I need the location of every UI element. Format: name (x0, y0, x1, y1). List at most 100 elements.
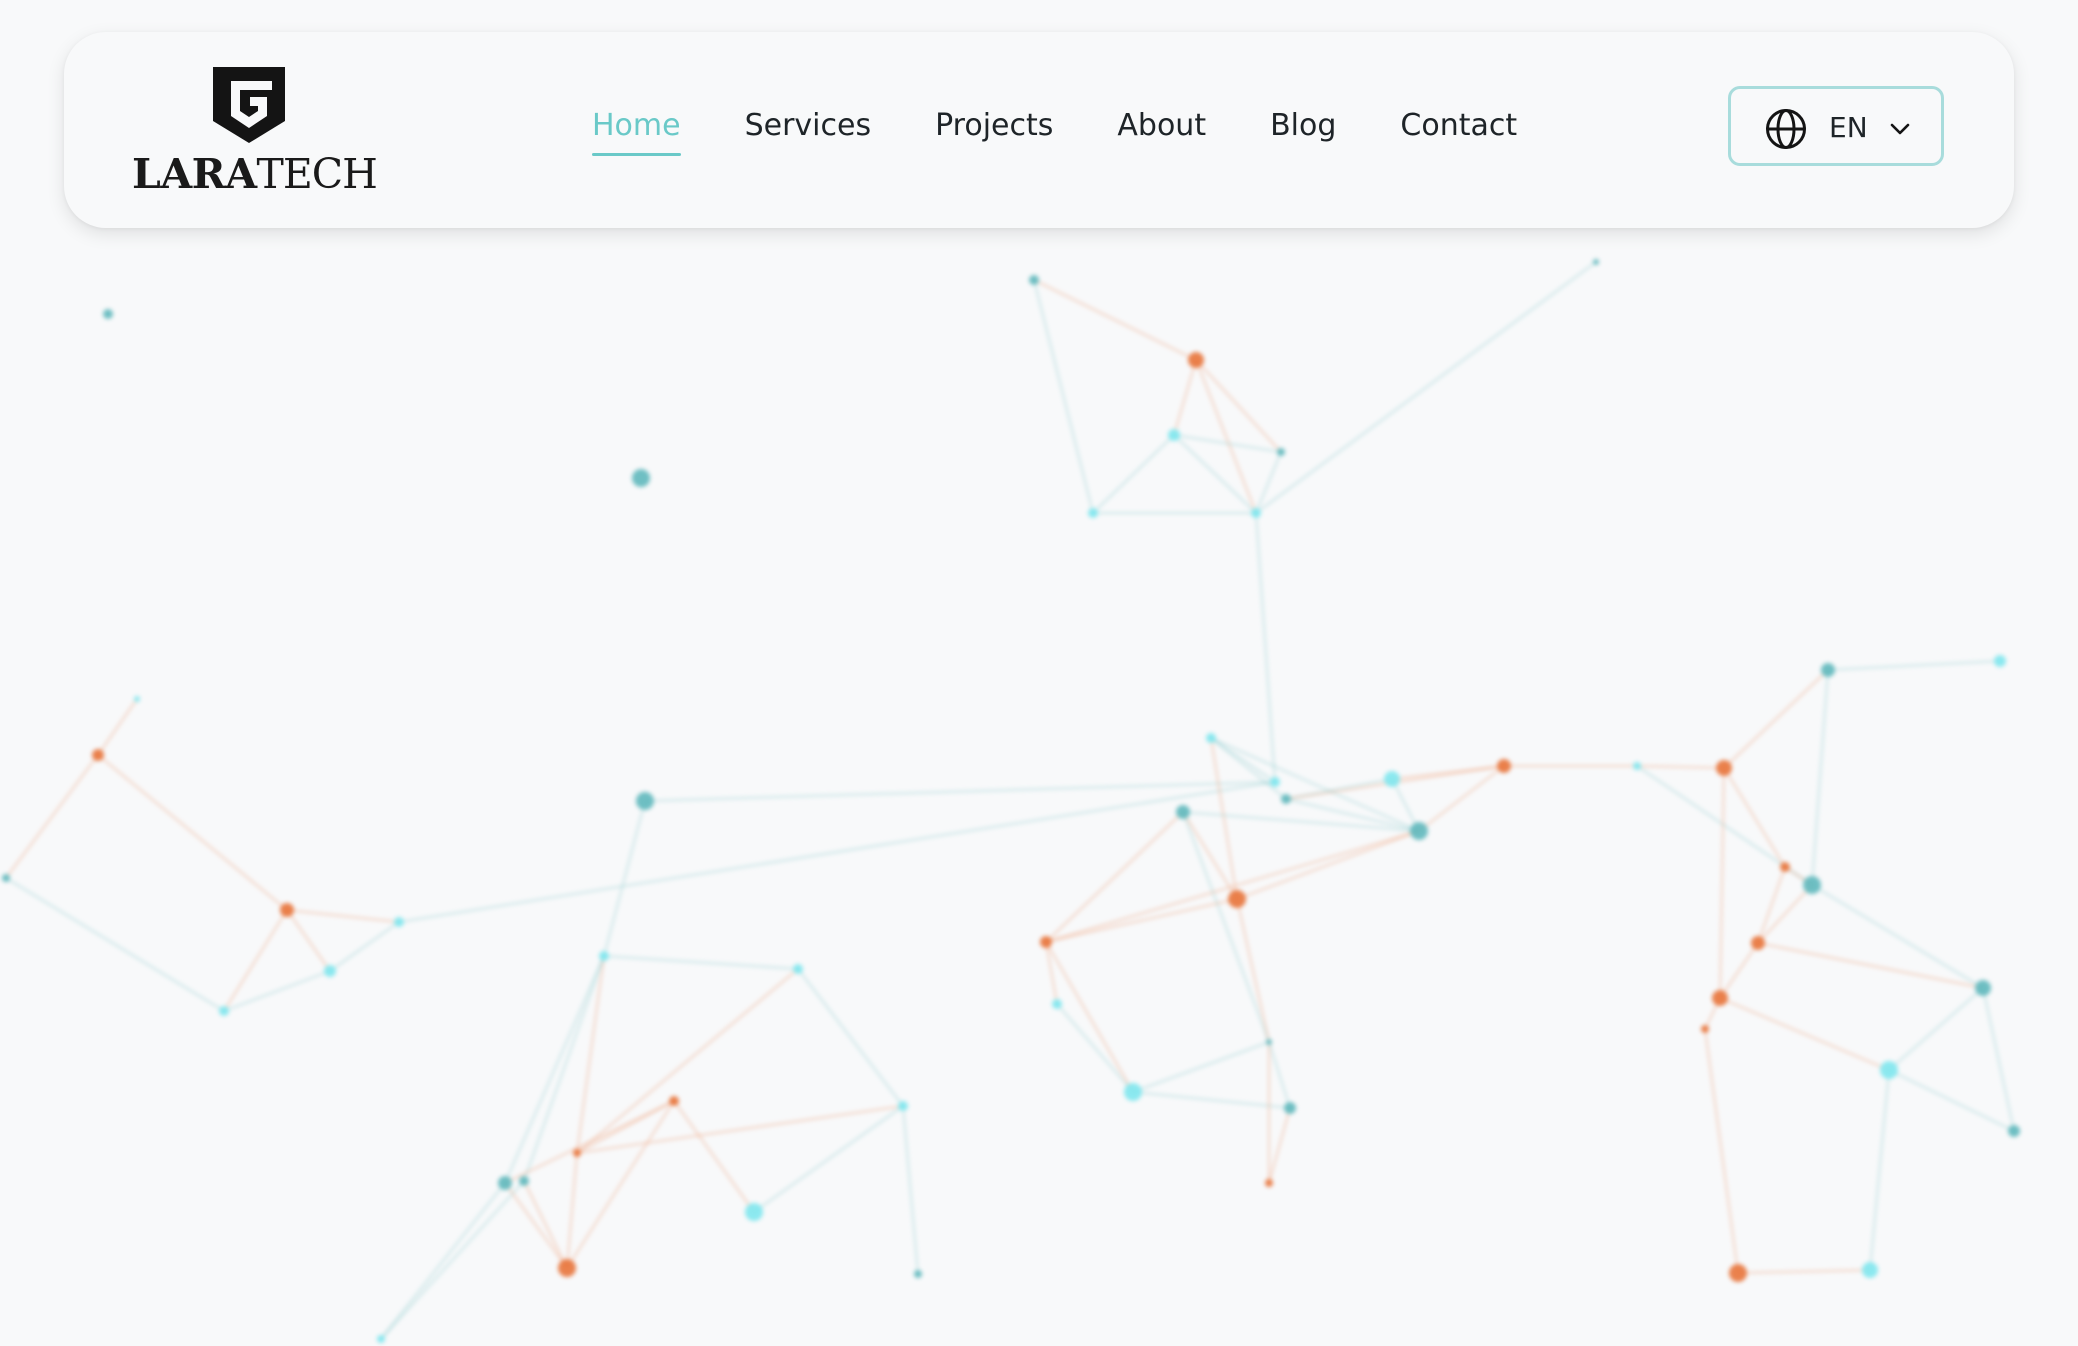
network-node (1803, 876, 1821, 894)
network-link (1268, 1107, 1291, 1184)
network-link (1210, 737, 1276, 783)
page: LARATECH Home Services Projects About Bl… (0, 0, 2078, 1346)
network-node (1751, 936, 1765, 950)
chevron-down-icon (1890, 123, 1910, 135)
network-node (1633, 762, 1641, 770)
language-selector-button[interactable]: EN (1728, 86, 1944, 166)
network-node (324, 965, 336, 977)
network-node (92, 749, 104, 761)
brand-logo[interactable]: LARATECH (132, 66, 378, 198)
network-link (1888, 987, 1984, 1071)
network-node (1281, 794, 1291, 804)
network-node (1228, 890, 1246, 908)
network-node (1975, 980, 1991, 996)
network-node (1206, 733, 1216, 743)
network-node (1593, 259, 1599, 265)
navbar: LARATECH Home Services Projects About Bl… (64, 32, 2014, 228)
network-node (2, 874, 10, 882)
network-node (377, 1335, 385, 1343)
network-node (1188, 352, 1204, 368)
network-link (1719, 942, 1759, 999)
network-node (2008, 1125, 2020, 1137)
network-node (1029, 275, 1039, 285)
network-node (1880, 1061, 1898, 1079)
network-node (1284, 1102, 1296, 1114)
network-node (519, 1176, 529, 1186)
shield-g-logo-icon (213, 67, 285, 143)
network-node (745, 1203, 763, 1221)
network-node (573, 1149, 581, 1157)
network-node (1266, 1039, 1272, 1045)
network-link (1719, 997, 1890, 1071)
network-link (1757, 884, 1813, 944)
network-link (1811, 884, 1984, 989)
network-link (1737, 1269, 1871, 1274)
network-node (103, 309, 113, 319)
network-link (380, 1182, 506, 1340)
network-node (1716, 760, 1732, 776)
network-node (1251, 508, 1261, 518)
network-link (523, 1180, 568, 1269)
network-link (603, 800, 646, 957)
network-link (286, 909, 400, 923)
network-link (1045, 830, 1420, 943)
network-link (1195, 359, 1282, 453)
network-link (1173, 359, 1197, 436)
network-link (1045, 941, 1134, 1093)
network-link (1255, 261, 1597, 514)
network-node (1862, 1262, 1878, 1278)
network-link (1033, 279, 1197, 361)
nav-item-projects[interactable]: Projects (935, 102, 1053, 150)
network-node (1821, 663, 1835, 677)
network-node (898, 1101, 908, 1111)
language-label: EN (1829, 111, 1868, 144)
network-link (398, 781, 1276, 923)
network-link (1255, 512, 1276, 783)
network-link (797, 968, 904, 1107)
network-link (1636, 765, 1725, 769)
network-link (5, 877, 225, 1012)
nav-item-contact[interactable]: Contact (1400, 102, 1517, 150)
network-link (1723, 669, 1829, 769)
network-node (1384, 771, 1400, 787)
network-link (1418, 765, 1505, 832)
network-link (1033, 279, 1094, 514)
network-link (1982, 987, 2015, 1132)
network-link (1195, 359, 1257, 514)
network-link (1391, 765, 1505, 780)
globe-icon (1766, 109, 1806, 149)
network-link (1888, 1069, 2015, 1132)
network-link (1827, 660, 2001, 671)
network-node (1168, 429, 1180, 441)
network-node (636, 792, 654, 810)
network-node (632, 469, 650, 487)
network-node (1497, 759, 1511, 773)
network-link (1132, 1091, 1291, 1109)
nav-item-blog[interactable]: Blog (1270, 102, 1336, 150)
network-node (1270, 777, 1280, 787)
network-node (558, 1259, 576, 1277)
network-node (914, 1270, 922, 1278)
network-link (1811, 669, 1829, 886)
brand-word-bold: LARA (132, 150, 257, 198)
network-link (1056, 1003, 1134, 1093)
network-node (1410, 822, 1428, 840)
network-link (97, 698, 138, 756)
nav-item-about[interactable]: About (1117, 102, 1206, 150)
network-node (669, 1096, 679, 1106)
nav-item-services[interactable]: Services (745, 102, 872, 150)
network-node (280, 903, 294, 917)
brand-wordmark: LARATECH (132, 150, 378, 200)
nav-item-home[interactable]: Home (592, 102, 681, 156)
network-link (673, 1100, 755, 1213)
network-node (1994, 655, 2006, 667)
network-link (329, 921, 400, 972)
network-node (1124, 1083, 1142, 1101)
network-link (286, 909, 331, 972)
network-link (566, 1152, 578, 1269)
brand-word-light: TECH (256, 150, 378, 198)
network-link (380, 1180, 525, 1340)
network-link (902, 1105, 919, 1275)
network-link (1210, 737, 1238, 900)
network-link (504, 1182, 568, 1269)
